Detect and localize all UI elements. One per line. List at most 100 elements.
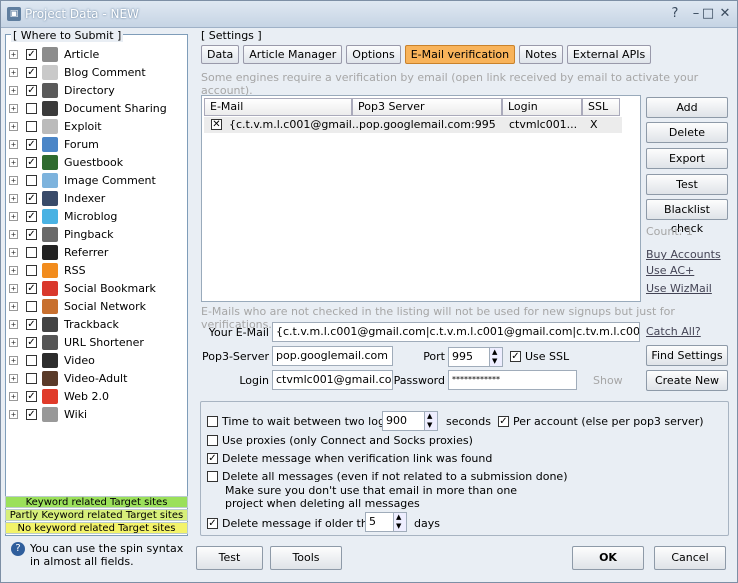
expand-icon[interactable]: + (9, 355, 18, 365)
delete-older-checkbox[interactable]: ✓ (207, 518, 218, 529)
engine-checkbox[interactable]: ✓ (26, 48, 37, 60)
login-input[interactable]: ctvmlc001@gmail.com (272, 370, 393, 390)
engine-checkbox[interactable]: ✓ (26, 210, 37, 222)
tree-item-document-sharing[interactable]: + Document Sharing (7, 99, 177, 117)
wait-between-logins-option[interactable]: Time to wait between two logins (207, 415, 401, 428)
tree-item-article[interactable]: + ✓ Article (7, 45, 177, 63)
expand-icon[interactable]: + (9, 391, 18, 401)
buy-accounts-link[interactable]: Buy Accounts (646, 248, 721, 261)
expand-icon[interactable]: + (9, 265, 18, 275)
blacklist-check-button[interactable]: Blacklist check (646, 199, 728, 235)
your-email-input[interactable]: {c.t.v.m.l.c001@gmail.com|c.t.v.m.l.c001… (272, 322, 640, 342)
expand-icon[interactable]: + (9, 211, 18, 221)
expand-icon[interactable]: + (9, 139, 18, 149)
port-input[interactable]: 995 (448, 347, 503, 367)
email-accounts-list[interactable]: E-Mail Pop3 Server Login SSL ✕ {c.t.v.m.… (201, 95, 641, 302)
password-input[interactable]: ************ (448, 370, 577, 390)
tree-item-rss[interactable]: + RSS (7, 261, 177, 279)
tree-item-web-2-0[interactable]: + ✓ Web 2.0 (7, 387, 177, 405)
pop3-server-input[interactable]: pop.googlemail.com (272, 346, 393, 366)
tree-item-social-network[interactable]: + Social Network (7, 297, 177, 315)
test-button[interactable]: Test (196, 546, 263, 570)
use-ac-link[interactable]: Use AC+ (646, 264, 694, 277)
cancel-button[interactable]: Cancel (654, 546, 726, 570)
expand-icon[interactable]: + (9, 337, 18, 347)
tree-item-guestbook[interactable]: + ✓ Guestbook (7, 153, 177, 171)
help-icon[interactable]: ? (664, 5, 686, 23)
row-checkbox[interactable]: ✕ (211, 119, 222, 130)
engine-checkbox[interactable] (26, 264, 37, 276)
expand-icon[interactable]: + (9, 301, 18, 311)
expand-icon[interactable]: + (9, 49, 18, 59)
delete-all-option[interactable]: Delete all messages (even if not related… (207, 470, 568, 483)
expand-icon[interactable]: + (9, 193, 18, 203)
ok-button[interactable]: OK (572, 546, 644, 570)
per-account-checkbox[interactable]: ✓ (498, 416, 509, 427)
delete-button[interactable]: Delete (646, 122, 728, 143)
engine-checkbox[interactable]: ✓ (26, 156, 37, 168)
tab-options[interactable]: Options (346, 45, 401, 64)
tree-item-microblog[interactable]: + ✓ Microblog (7, 207, 177, 225)
expand-icon[interactable]: + (9, 409, 18, 419)
expand-icon[interactable]: + (9, 67, 18, 77)
expand-icon[interactable]: + (9, 229, 18, 239)
tab-article-manager[interactable]: Article Manager (243, 45, 343, 64)
tab-notes[interactable]: Notes (519, 45, 563, 64)
find-settings-button[interactable]: Find Settings (646, 345, 728, 366)
tree-item-forum[interactable]: + ✓ Forum (7, 135, 177, 153)
engine-checkbox[interactable]: ✓ (26, 228, 37, 240)
delete-verified-option[interactable]: ✓ Delete message when verification link … (207, 452, 492, 465)
engine-checkbox[interactable]: ✓ (26, 336, 37, 348)
tree-item-video-adult[interactable]: + Video-Adult (7, 369, 177, 387)
column-header-login[interactable]: Login (502, 98, 582, 116)
column-header-email[interactable]: E-Mail (204, 98, 352, 116)
tree-item-wiki[interactable]: + ✓ Wiki (7, 405, 177, 423)
engine-checkbox[interactable]: ✓ (26, 192, 37, 204)
engine-checkbox[interactable] (26, 102, 37, 114)
wait-seconds-input[interactable]: 900 (382, 411, 438, 431)
expand-icon[interactable]: + (9, 283, 18, 293)
tree-item-image-comment[interactable]: + Image Comment (7, 171, 177, 189)
engine-checkbox[interactable] (26, 120, 37, 132)
create-new-button[interactable]: Create New (646, 370, 728, 391)
engine-checkbox[interactable]: ✓ (26, 282, 37, 294)
engine-checkbox[interactable] (26, 372, 37, 384)
engine-checkbox[interactable]: ✓ (26, 138, 37, 150)
engine-checkbox[interactable] (26, 246, 37, 258)
tab-data[interactable]: Data (201, 45, 240, 64)
use-proxies-checkbox[interactable] (207, 435, 218, 446)
engine-checkbox[interactable]: ✓ (26, 66, 37, 78)
add-button[interactable]: Add (646, 97, 728, 118)
tree-item-directory[interactable]: + ✓ Directory (7, 81, 177, 99)
expand-icon[interactable]: + (9, 247, 18, 257)
port-spinner[interactable] (489, 348, 502, 366)
tools-button[interactable]: Tools (270, 546, 342, 570)
tree-item-exploit[interactable]: + Exploit (7, 117, 177, 135)
delete-older-days-spinner[interactable] (393, 513, 406, 531)
show-password-toggle[interactable]: Show (593, 374, 623, 387)
use-proxies-option[interactable]: Use proxies (only Connect and Socks prox… (207, 434, 473, 447)
tree-item-pingback[interactable]: + ✓ Pingback (7, 225, 177, 243)
delete-verified-checkbox[interactable]: ✓ (207, 453, 218, 464)
expand-icon[interactable]: + (9, 85, 18, 95)
delete-all-checkbox[interactable] (207, 471, 218, 482)
engine-checkbox[interactable]: ✓ (26, 318, 37, 330)
engine-checkbox[interactable] (26, 354, 37, 366)
tab-e-mail-verification[interactable]: E-Mail verification (404, 45, 516, 64)
export-button[interactable]: Export (646, 148, 728, 169)
tree-item-video[interactable]: + Video (7, 351, 177, 369)
tab-external-apis[interactable]: External APIs (566, 45, 652, 64)
tree-item-referrer[interactable]: + Referrer (7, 243, 177, 261)
wait-seconds-spinner[interactable] (424, 412, 437, 430)
expand-icon[interactable]: + (9, 175, 18, 185)
expand-icon[interactable]: + (9, 157, 18, 167)
use-ssl-option[interactable]: ✓ Use SSL (510, 350, 569, 363)
close-icon[interactable]: ✕ (714, 5, 736, 23)
delete-older-days-input[interactable]: 5 (365, 512, 407, 532)
use-wizmail-link[interactable]: Use WizMail (646, 282, 712, 295)
table-row[interactable]: ✕ {c.t.v.m.l.c001@gmail... pop.googlemai… (204, 117, 622, 133)
expand-icon[interactable]: + (9, 103, 18, 113)
use-ssl-checkbox[interactable]: ✓ (510, 351, 521, 362)
expand-icon[interactable]: + (9, 319, 18, 329)
delete-older-option[interactable]: ✓ Delete message if older than (207, 517, 382, 530)
